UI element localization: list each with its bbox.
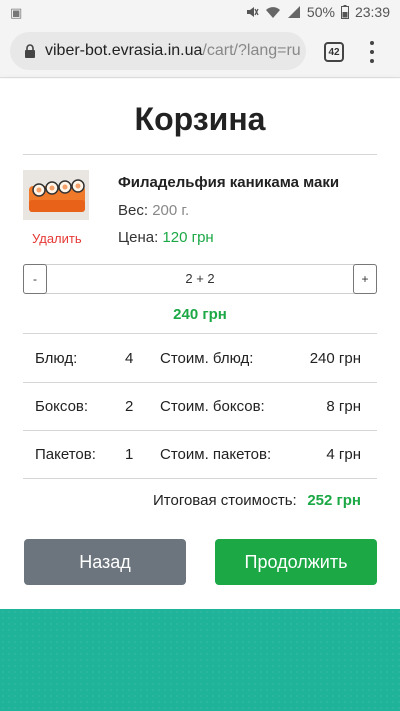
summary-row-dishes: Блюд: 4 Стоим. блюд: 240 грн	[23, 335, 377, 383]
summary-row-boxes: Боксов: 2 Стоим. боксов: 8 грн	[23, 383, 377, 431]
total-value: 252 грн	[307, 492, 361, 509]
summary-cost-label: Стоим. блюд:	[160, 350, 254, 367]
summary-cost: 4 грн	[326, 446, 361, 463]
cart-page: Корзина Удалить Филадельфия каникама мак…	[0, 79, 400, 609]
increase-button[interactable]: +	[353, 264, 377, 294]
screenshot-icon: ▣	[10, 5, 23, 20]
summary-total-row: Итоговая стоимость: 252 грн	[23, 479, 377, 523]
product-name: Филадельфия каникама маки	[118, 174, 340, 191]
product-weight: Вес: 200 г.	[118, 202, 189, 219]
clock: 23:39	[354, 4, 390, 20]
summary-count: 2	[125, 398, 134, 415]
chat-background	[0, 609, 400, 711]
summary-cost-label: Стоим. пакетов:	[160, 446, 272, 463]
url-path: /cart/?lang=ru	[202, 42, 301, 59]
summary-cost: 240 грн	[309, 350, 361, 367]
browser-toolbar: viber-bot.evrasia.in.ua/cart/?lang=ru 42	[0, 26, 400, 78]
status-icons: 50% 23:39	[245, 4, 390, 20]
url-host: viber-bot.evrasia.in.ua	[45, 42, 203, 59]
weight-value: 200 г.	[152, 202, 190, 219]
summary-cost-label: Стоим. боксов:	[160, 398, 265, 415]
quantity-stepper: - 2 + 2 +	[23, 264, 377, 294]
battery-percent: 50%	[306, 4, 335, 20]
summary-count: 1	[125, 446, 134, 463]
back-button[interactable]: Назад	[24, 539, 186, 585]
address-bar[interactable]: viber-bot.evrasia.in.ua/cart/?lang=ru	[10, 32, 306, 70]
price-value: 120 грн	[162, 229, 214, 246]
status-bar: ▣ 50% 23:39	[0, 0, 400, 26]
total-label: Итоговая стоимость:	[153, 492, 297, 509]
quantity-value[interactable]: 2 + 2	[48, 265, 352, 293]
summary-count: 4	[125, 350, 134, 367]
price-label: Цена:	[118, 229, 159, 246]
mute-icon	[246, 7, 259, 17]
summary-label: Пакетов:	[35, 446, 96, 463]
summary-row-packages: Пакетов: 1 Стоим. пакетов: 4 грн	[23, 431, 377, 479]
continue-button[interactable]: Продолжить	[215, 539, 377, 585]
wifi-icon	[265, 7, 280, 18]
divider	[23, 154, 377, 155]
product-price: Цена: 120 грн	[118, 229, 214, 246]
weight-label: Вес:	[118, 202, 149, 219]
delete-link[interactable]: Удалить	[32, 231, 82, 246]
tab-switcher-button[interactable]: 42	[324, 42, 344, 62]
signal-icon	[287, 6, 300, 18]
lock-icon	[25, 43, 35, 58]
browser-menu-icon[interactable]	[364, 39, 380, 65]
product-image	[23, 170, 89, 220]
page-title: Корзина	[134, 101, 266, 137]
summary-label: Боксов:	[35, 398, 89, 415]
divider	[23, 333, 377, 334]
summary-label: Блюд:	[35, 350, 78, 367]
summary-cost: 8 грн	[326, 398, 361, 415]
battery-icon	[340, 5, 349, 19]
decrease-button[interactable]: -	[23, 264, 47, 294]
line-total: 240 грн	[173, 306, 227, 323]
